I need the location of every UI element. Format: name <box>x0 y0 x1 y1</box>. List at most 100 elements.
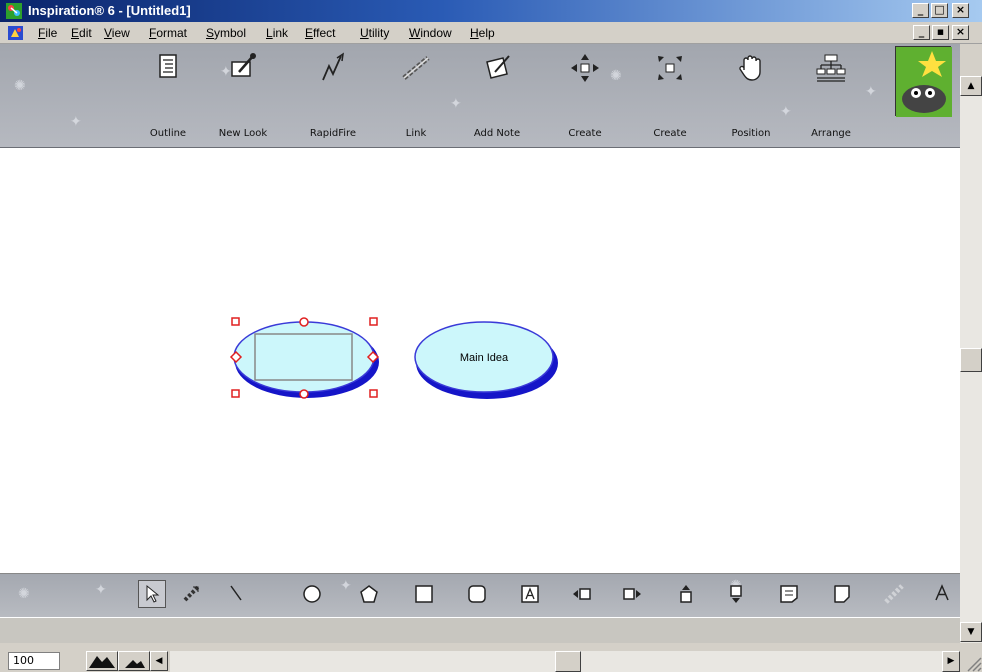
sparkle-decoration: ✺ <box>14 78 26 94</box>
line-icon <box>230 585 242 601</box>
text-tool[interactable] <box>516 580 544 608</box>
menu-window[interactable]: Window <box>409 26 452 40</box>
add-left-tool[interactable] <box>568 580 596 608</box>
rounded-square-icon <box>468 585 486 603</box>
text-box-icon <box>521 585 539 603</box>
window-title: Inspiration® 6 - [Untitled1] <box>28 3 191 18</box>
main-toolbar: ✺ ✦ ✦ ✦ ✺ ✦ ✦ Outline New Look RapidFire… <box>0 44 960 148</box>
doc-close-button[interactable]: × <box>952 25 969 40</box>
circle-icon <box>303 585 321 603</box>
sparkle-decoration: ✺ <box>18 586 30 602</box>
menu-link[interactable]: Link <box>266 26 288 40</box>
menu-effect[interactable]: Effect <box>305 26 335 40</box>
toolbar-add-note-label: Add Note <box>473 128 521 139</box>
resize-grip-icon <box>967 657 982 672</box>
create-arrows-icon <box>571 54 599 82</box>
toolbar-position-label: Position <box>731 128 771 139</box>
add-note-icon <box>486 55 510 79</box>
mountain-small-icon <box>125 660 145 668</box>
resize-grip[interactable] <box>962 653 982 672</box>
circle-tool[interactable] <box>298 580 326 608</box>
new-look-icon <box>231 53 256 77</box>
vertical-scroll-thumb[interactable] <box>960 348 982 372</box>
outline-icon <box>159 54 177 78</box>
toolbar-create-arrows-button[interactable]: Create <box>554 48 616 140</box>
inspiration-window: Inspiration® 6 - [Untitled1] _ □ × File … <box>0 0 982 672</box>
toolbar-create-corners-button[interactable]: Create <box>639 48 701 140</box>
zoom-in-button[interactable] <box>118 651 150 671</box>
maximize-button[interactable]: □ <box>931 3 948 18</box>
zoom-field[interactable]: 100 <box>8 652 60 670</box>
doc-restore-button[interactable]: ▪ <box>932 25 949 40</box>
horizontal-scroll-thumb[interactable] <box>555 651 581 672</box>
menu-help[interactable]: Help <box>470 26 495 40</box>
selected-symbol[interactable] <box>229 317 380 399</box>
rounded-note-tool[interactable] <box>828 580 856 608</box>
add-right-tool[interactable] <box>618 580 646 608</box>
toolbar-create-arrows-label: Create <box>568 128 602 139</box>
menu-edit[interactable]: Edit <box>71 26 92 40</box>
vertical-scrollbar[interactable]: ▲ ▼ <box>960 76 982 646</box>
square-icon <box>415 585 433 603</box>
mountain-large-icon <box>89 656 115 668</box>
toolbar-arrange-label: Arrange <box>811 128 851 139</box>
menu-utility[interactable]: Utility <box>360 26 389 40</box>
symbol-text-box[interactable] <box>254 333 353 381</box>
rapidfire-icon <box>322 52 344 81</box>
rounded-square-tool[interactable] <box>463 580 491 608</box>
toolbar-new-look-button[interactable]: New Look <box>212 48 274 140</box>
add-top-icon <box>680 585 692 603</box>
link-icon <box>402 56 430 80</box>
bottom-bar: 100 ◀ ▶ <box>0 643 982 672</box>
menu-file[interactable]: File <box>38 26 57 40</box>
pointer-tool[interactable] <box>138 580 166 608</box>
sparkle-decoration: ✦ <box>95 582 107 598</box>
close-button[interactable]: × <box>952 3 969 18</box>
square-tool[interactable] <box>410 580 438 608</box>
title-bar[interactable]: Inspiration® 6 - [Untitled1] _ □ × <box>0 0 982 22</box>
note-tool[interactable] <box>775 580 803 608</box>
main-idea-symbol[interactable]: Main Idea <box>414 321 558 399</box>
menu-symbol[interactable]: Symbol <box>206 26 246 40</box>
font-tool[interactable] <box>930 580 958 608</box>
link-tool[interactable] <box>178 580 206 608</box>
doc-minimize-button[interactable]: _ <box>913 25 930 40</box>
drawing-toolbar: ✺ ✦ ✦ ✺ <box>0 573 960 617</box>
scroll-left-button[interactable]: ◀ <box>150 651 168 671</box>
toolbar-add-note-button[interactable]: Add Note <box>466 48 528 140</box>
scroll-right-button[interactable]: ▶ <box>942 651 960 672</box>
minimize-button[interactable]: _ <box>912 3 929 18</box>
sparkle-decoration: ✦ <box>865 84 877 100</box>
rounded-note-icon <box>834 585 850 603</box>
add-top-tool[interactable] <box>672 580 700 608</box>
toolbar-position-button[interactable]: Position <box>720 48 782 140</box>
status-bar <box>0 617 960 643</box>
scroll-down-button[interactable]: ▼ <box>960 622 982 642</box>
menu-bar: File Edit View Format Symbol Link Effect… <box>0 22 982 44</box>
toolbar-arrange-button[interactable]: Arrange <box>800 48 862 140</box>
scroll-up-button[interactable]: ▲ <box>960 76 982 96</box>
sparkle-decoration: ✦ <box>70 114 82 130</box>
menu-format[interactable]: Format <box>149 26 187 40</box>
hyperlink-tool[interactable] <box>880 580 908 608</box>
line-tool[interactable] <box>222 580 250 608</box>
polygon-tool[interactable] <box>355 580 383 608</box>
add-bottom-icon <box>730 585 742 603</box>
toolbar-link-button[interactable]: Link <box>385 48 447 140</box>
toolbar-rapidfire-button[interactable]: RapidFire <box>302 48 364 140</box>
add-left-icon <box>573 588 591 600</box>
zoom-out-button[interactable] <box>86 651 118 671</box>
link-tool-icon <box>183 584 201 602</box>
sparkle-decoration: ✦ <box>450 96 462 112</box>
mascot-image <box>895 46 952 117</box>
note-icon <box>780 585 798 603</box>
document-icon[interactable] <box>8 26 23 40</box>
menu-view[interactable]: View <box>104 26 130 40</box>
toolbar-create-corners-label: Create <box>653 128 687 139</box>
horizontal-scrollbar[interactable]: ▶ <box>170 651 960 672</box>
diagram-canvas[interactable]: Main Idea <box>0 148 960 573</box>
toolbar-outline-button[interactable]: Outline <box>137 48 199 140</box>
main-idea-label: Main Idea <box>460 352 509 364</box>
polygon-icon <box>360 585 378 603</box>
add-bottom-tool[interactable] <box>722 580 750 608</box>
